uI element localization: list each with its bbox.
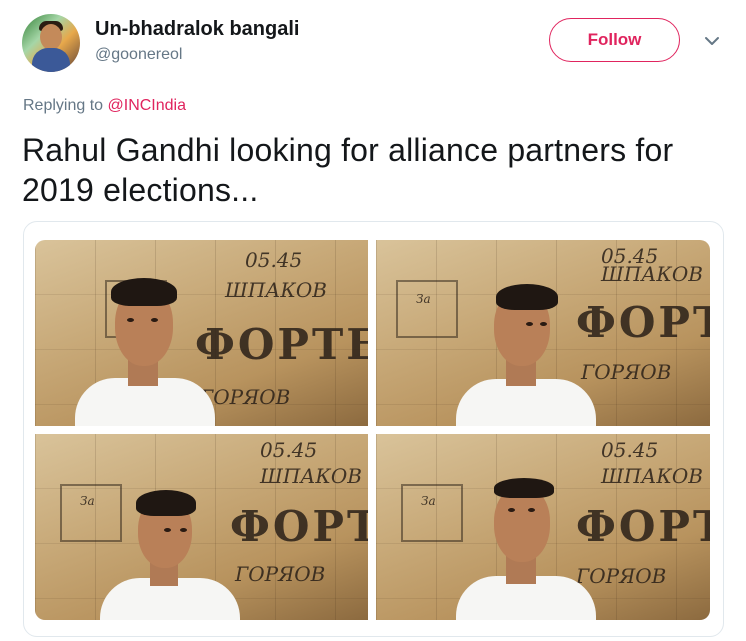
- follow-button[interactable]: Follow: [549, 18, 680, 62]
- avatar-face: [40, 24, 62, 50]
- reply-mention-link[interactable]: @INCIndia: [108, 97, 187, 114]
- photo-3[interactable]: 05.45 ШПАКОВ ФОРТЕ ГОРЯОВ За: [35, 434, 368, 620]
- tweet-text: Rahul Gandhi looking for alliance partne…: [22, 132, 674, 208]
- wall-text-low: ГОРЯОВ: [581, 360, 672, 384]
- reply-prefix: Replying to: [23, 97, 108, 114]
- wall-text-big: ФОРТЕ: [230, 502, 368, 551]
- author-handle[interactable]: @goonereol: [95, 46, 182, 64]
- author-name[interactable]: Un-bhadralok bangali: [95, 18, 299, 41]
- wall-text-mid: ШПАКОВ: [601, 262, 703, 286]
- wall-text-big: ФОРТЕ: [195, 320, 368, 369]
- photo-1[interactable]: 05.45 ШПАКОВ ФОРТЕ ГОРЯОВ За: [35, 240, 368, 426]
- wall-panel: [60, 484, 122, 542]
- wall-panel: [401, 484, 463, 542]
- wall-text-note: За: [80, 494, 95, 508]
- photo-4[interactable]: 05.45 ШПАКОВ ФОРТЕ ГОРЯОВ За: [376, 434, 710, 620]
- wall-text-big: ФОРТЕ: [576, 298, 710, 347]
- wall-text-low: ГОРЯОВ: [235, 562, 326, 586]
- wall-text-mid: ШПАКОВ: [225, 278, 327, 302]
- wall-text-date: 05.45: [245, 248, 303, 272]
- wall-text-note: За: [416, 292, 431, 306]
- wall-text-mid: ШПАКОВ: [260, 464, 362, 488]
- wall-text-mid: ШПАКОВ: [601, 464, 703, 488]
- author-avatar[interactable]: [22, 14, 80, 72]
- wall-text-date: 05.45: [601, 438, 659, 462]
- wall-panel: [396, 280, 458, 338]
- wall-text-note: За: [421, 494, 436, 508]
- wall-text-date: 05.45: [260, 438, 318, 462]
- avatar-body: [32, 48, 70, 72]
- photo-2[interactable]: 05.45 ШПАКОВ ФОРТЕ ГОРЯОВ За: [376, 240, 710, 426]
- wall-text-low: ГОРЯОВ: [576, 564, 667, 588]
- wall-text-low: ГОРЯОВ: [200, 385, 291, 409]
- wall-text-big: ФОРТЕ: [576, 502, 710, 551]
- reply-context: Replying to @INCIndia: [23, 97, 186, 115]
- tweet-card: Un-bhadralok bangali @goonereol Follow R…: [0, 0, 746, 641]
- chevron-down-icon[interactable]: [703, 32, 721, 50]
